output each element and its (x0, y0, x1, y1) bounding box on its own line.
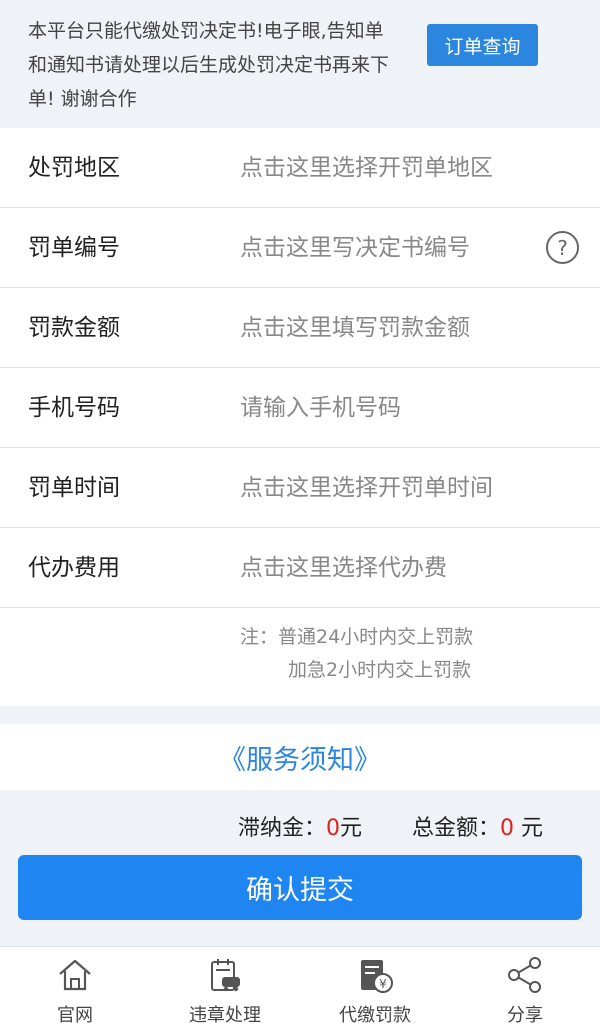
tab-home[interactable]: 官网 (0, 947, 150, 1033)
total-unit: 元 (514, 816, 544, 841)
ticket-time-select[interactable]: 点击这里选择开罚单时间 (240, 448, 493, 528)
service-notice-bar: 《服务须知》 (0, 724, 600, 790)
fine-amount-row[interactable]: 罚款金额 点击这里填写罚款金额 (0, 288, 600, 368)
service-notice-link[interactable]: 《服务须知》 (219, 738, 381, 777)
home-icon (59, 959, 91, 991)
tab-label: 代缴罚款 (339, 1005, 411, 1026)
ticket-number-input[interactable]: 点击这里写决定书编号 (240, 208, 470, 288)
total-label: 总金额： (412, 816, 501, 841)
row-label: 罚单编号 (28, 235, 120, 261)
violation-icon (211, 959, 240, 992)
totals-bar: 滞纳金：0元 总金额：0 元 (0, 806, 600, 846)
row-label: 罚款金额 (28, 315, 120, 341)
bottom-tab-bar: 官网 违章处理 ¥ 代缴罚款 分享 (0, 946, 600, 1033)
row-label: 手机号码 (28, 395, 120, 421)
late-fee-label: 滞纳金： (238, 816, 327, 841)
note-urgent: 加急2小时内交上罚款 (288, 659, 472, 681)
region-select[interactable]: 点击这里选择开罚单地区 (240, 128, 493, 208)
notice-bar: 本平台只能代缴处罚决定书!电子眼,告知单和通知书请处理以后生成处罚决定书再来下单… (0, 0, 600, 125)
order-query-button[interactable]: 订单查询 (427, 24, 538, 66)
share-icon (508, 957, 541, 993)
help-icon[interactable]: ? (546, 231, 579, 264)
service-fee-row[interactable]: 代办费用 点击这里选择代办费 (0, 528, 600, 608)
late-fee-unit: 元 (340, 816, 363, 841)
ticket-time-row[interactable]: 罚单时间 点击这里选择开罚单时间 (0, 448, 600, 528)
note-normal: 注：普通24小时内交上罚款 (240, 626, 474, 648)
fine-amount-input[interactable]: 点击这里填写罚款金额 (240, 288, 470, 368)
notice-text: 本平台只能代缴处罚决定书!电子眼,告知单和通知书请处理以后生成处罚决定书再来下单… (28, 20, 390, 110)
svg-text:¥: ¥ (379, 977, 387, 991)
tab-label: 官网 (57, 1005, 93, 1026)
tab-label: 违章处理 (189, 1005, 261, 1026)
late-fee: 滞纳金：0元 (238, 810, 362, 842)
late-fee-value: 0 (326, 816, 341, 841)
ticket-number-row[interactable]: 罚单编号 点击这里写决定书编号 ? (0, 208, 600, 288)
row-label: 罚单时间 (28, 475, 120, 501)
service-fee-select[interactable]: 点击这里选择代办费 (240, 528, 447, 608)
tab-share[interactable]: 分享 (450, 947, 600, 1033)
phone-row[interactable]: 手机号码 请输入手机号码 (0, 368, 600, 448)
fine-payment-icon: ¥ (361, 960, 393, 993)
phone-input[interactable]: 请输入手机号码 (240, 368, 401, 448)
submit-button[interactable]: 确认提交 (18, 855, 582, 920)
row-label: 代办费用 (28, 555, 120, 581)
tab-violation[interactable]: 违章处理 (150, 947, 300, 1033)
tab-fine-payment[interactable]: ¥ 代缴罚款 (300, 947, 450, 1033)
total-amount: 总金额：0 元 (412, 810, 543, 842)
region-row[interactable]: 处罚地区 点击这里选择开罚单地区 (0, 128, 600, 208)
fine-form: 处罚地区 点击这里选择开罚单地区 罚单编号 点击这里写决定书编号 ? 罚款金额 … (0, 128, 600, 706)
total-value: 0 (500, 816, 515, 841)
tab-label: 分享 (507, 1005, 543, 1026)
row-label: 处罚地区 (28, 155, 120, 181)
